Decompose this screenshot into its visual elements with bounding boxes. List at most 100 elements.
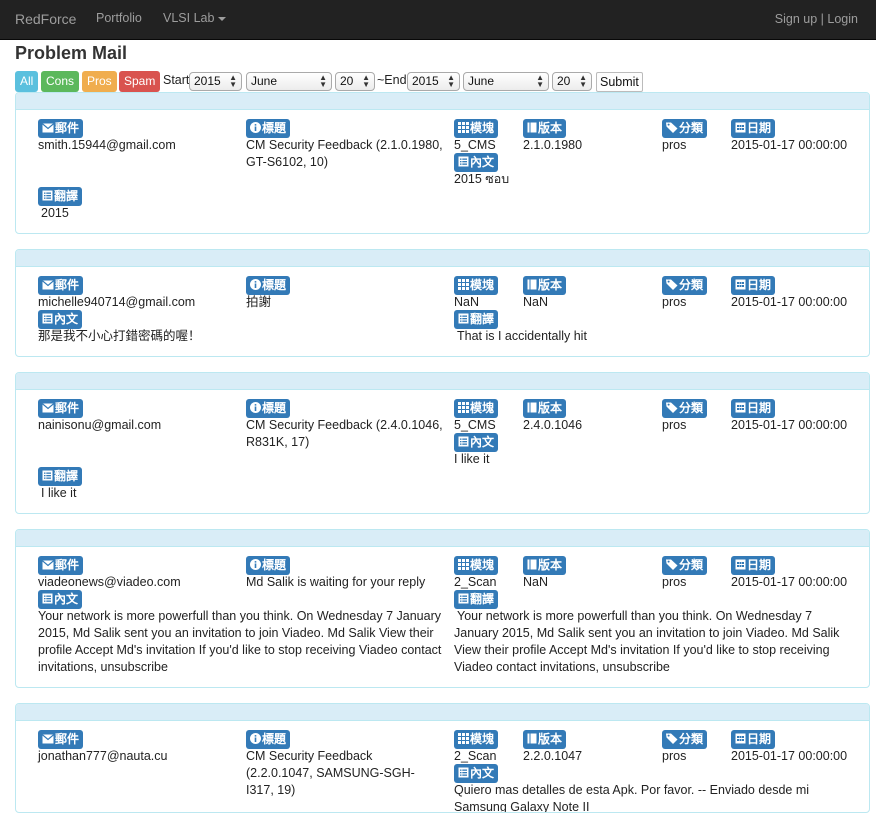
signup-link[interactable]: Sign up [775, 12, 817, 26]
label-version: 版本 [523, 399, 567, 418]
label-version-text: 版本 [538, 732, 563, 746]
label-content: 內文 [454, 153, 499, 172]
label-category: 分類 [662, 399, 708, 418]
calendar-icon [735, 733, 746, 744]
th-grid-icon [458, 402, 469, 413]
email-value: jonathan777@nauta.cu [38, 749, 168, 763]
label-module-text: 模塊 [470, 121, 495, 135]
label-date-text: 日期 [747, 558, 772, 572]
label-date: 日期 [731, 556, 776, 575]
filter-all-button[interactable]: All [15, 71, 39, 92]
info-sign-icon [250, 122, 261, 133]
label-title-text: 標題 [262, 401, 287, 415]
auth-links: Sign up | Login [775, 12, 858, 26]
email-value: michelle940714@gmail.com [38, 295, 196, 309]
page-title: Problem Mail [15, 43, 128, 63]
email-value: nainisonu@gmail.com [38, 418, 162, 432]
login-link[interactable]: Login [827, 12, 858, 26]
label-translation-text: 翻譯 [54, 469, 79, 483]
content-value: 那是我不小心打錯密碼的喔！ [38, 329, 201, 343]
date-value: 2015-01-17 00:00:00 [731, 418, 848, 432]
label-version: 版本 [523, 119, 567, 138]
label-title: 標題 [246, 276, 291, 295]
nav-portfolio-link[interactable]: Portfolio [96, 11, 142, 25]
label-translation-text: 翻譯 [470, 592, 495, 606]
list-alt-icon [458, 593, 469, 604]
content-value: Your network is more powerfull than you … [38, 609, 442, 674]
label-version-text: 版本 [538, 558, 563, 572]
nav-vlsi-lab-dropdown[interactable]: VLSI Lab [163, 11, 227, 25]
filter-spam-button[interactable]: Spam [119, 71, 161, 92]
label-mail: 郵件 [38, 399, 84, 418]
envelope-icon [42, 734, 54, 744]
end-month-select[interactable]: June ▲ ▼ [463, 72, 549, 91]
label-category-text: 分類 [679, 278, 704, 292]
category-value: pros [662, 295, 687, 309]
label-category-text: 分類 [679, 121, 704, 135]
envelope-icon [42, 280, 54, 290]
filter-pros-button[interactable]: Pros [82, 71, 117, 92]
label-title: 標題 [246, 119, 291, 138]
start-year-select[interactable]: 2015 ▲ ▼ [189, 72, 242, 91]
label-mail: 郵件 [38, 119, 84, 138]
content-value: I like it [454, 452, 490, 466]
label-translation: 翻譯 [38, 467, 83, 486]
module-value: NaN [454, 295, 480, 309]
label-content: 內文 [454, 764, 499, 783]
label-content: 內文 [454, 433, 499, 452]
select-arrows-icon: ▲ ▼ [447, 73, 455, 89]
mail-entry-card: 郵件 jonathan777@nauta.cu 標題 CM Security F… [15, 703, 870, 813]
end-label: ~End [377, 73, 407, 87]
calendar-icon [735, 122, 746, 133]
end-day-select[interactable]: 20 ▲ ▼ [552, 72, 592, 91]
version-value: 2.4.0.1046 [523, 418, 583, 432]
label-category-text: 分類 [679, 558, 704, 572]
label-date-text: 日期 [747, 732, 772, 746]
tags-icon [666, 559, 678, 570]
list-alt-icon [42, 190, 53, 201]
list-alt-icon [458, 436, 469, 447]
label-category: 分類 [662, 119, 708, 138]
label-version: 版本 [523, 276, 567, 295]
label-module-text: 模塊 [470, 558, 495, 572]
label-category: 分類 [662, 276, 708, 295]
label-category: 分類 [662, 730, 708, 749]
label-date: 日期 [731, 399, 776, 418]
submit-button[interactable]: Submit [596, 72, 643, 92]
calendar-icon [735, 559, 746, 570]
title-value: CM Security Feedback (2.1.0.1980, GT-S61… [246, 138, 443, 169]
tags-icon [666, 279, 678, 290]
label-module: 模塊 [454, 276, 499, 295]
label-title-text: 標題 [262, 121, 287, 135]
select-arrows-icon: ▲ ▼ [319, 73, 327, 89]
mail-entry-card: 郵件 viadeonews@viadeo.com 標題 Md Salik is … [15, 529, 870, 688]
date-value: 2015-01-17 00:00:00 [731, 575, 848, 589]
end-year-select[interactable]: 2015 ▲ ▼ [407, 72, 460, 91]
mail-entry-card: 郵件 michelle940714@gmail.com 標題 拍謝 模塊 NaN… [15, 249, 870, 357]
list-alt-icon [458, 156, 469, 167]
email-value: smith.15944@gmail.com [38, 138, 176, 152]
label-version-text: 版本 [538, 401, 563, 415]
label-content-text: 內文 [470, 435, 495, 449]
filter-cons-button[interactable]: Cons [41, 71, 80, 92]
select-arrows-icon: ▲ ▼ [229, 73, 237, 89]
panel-heading [16, 373, 869, 390]
translation-value: I like it [41, 486, 77, 500]
translation-value: 2015 [41, 206, 69, 220]
end-month-value: June [468, 74, 495, 88]
start-month-select[interactable]: June ▲ ▼ [246, 72, 332, 91]
brand-link[interactable]: RedForce [15, 11, 76, 27]
label-version-text: 版本 [538, 121, 563, 135]
label-translation: 翻譯 [454, 310, 499, 329]
end-day-value: 20 [557, 74, 571, 88]
label-mail: 郵件 [38, 730, 84, 749]
start-day-select[interactable]: 20 ▲ ▼ [335, 72, 375, 91]
label-category: 分類 [662, 556, 708, 575]
envelope-icon [42, 123, 54, 133]
calendar-icon [735, 279, 746, 290]
label-translation-text: 翻譯 [54, 189, 79, 203]
th-grid-icon [458, 122, 469, 133]
version-value: 2.2.0.1047 [523, 749, 583, 763]
end-year-value: 2015 [412, 74, 439, 88]
start-year-value: 2015 [194, 74, 221, 88]
